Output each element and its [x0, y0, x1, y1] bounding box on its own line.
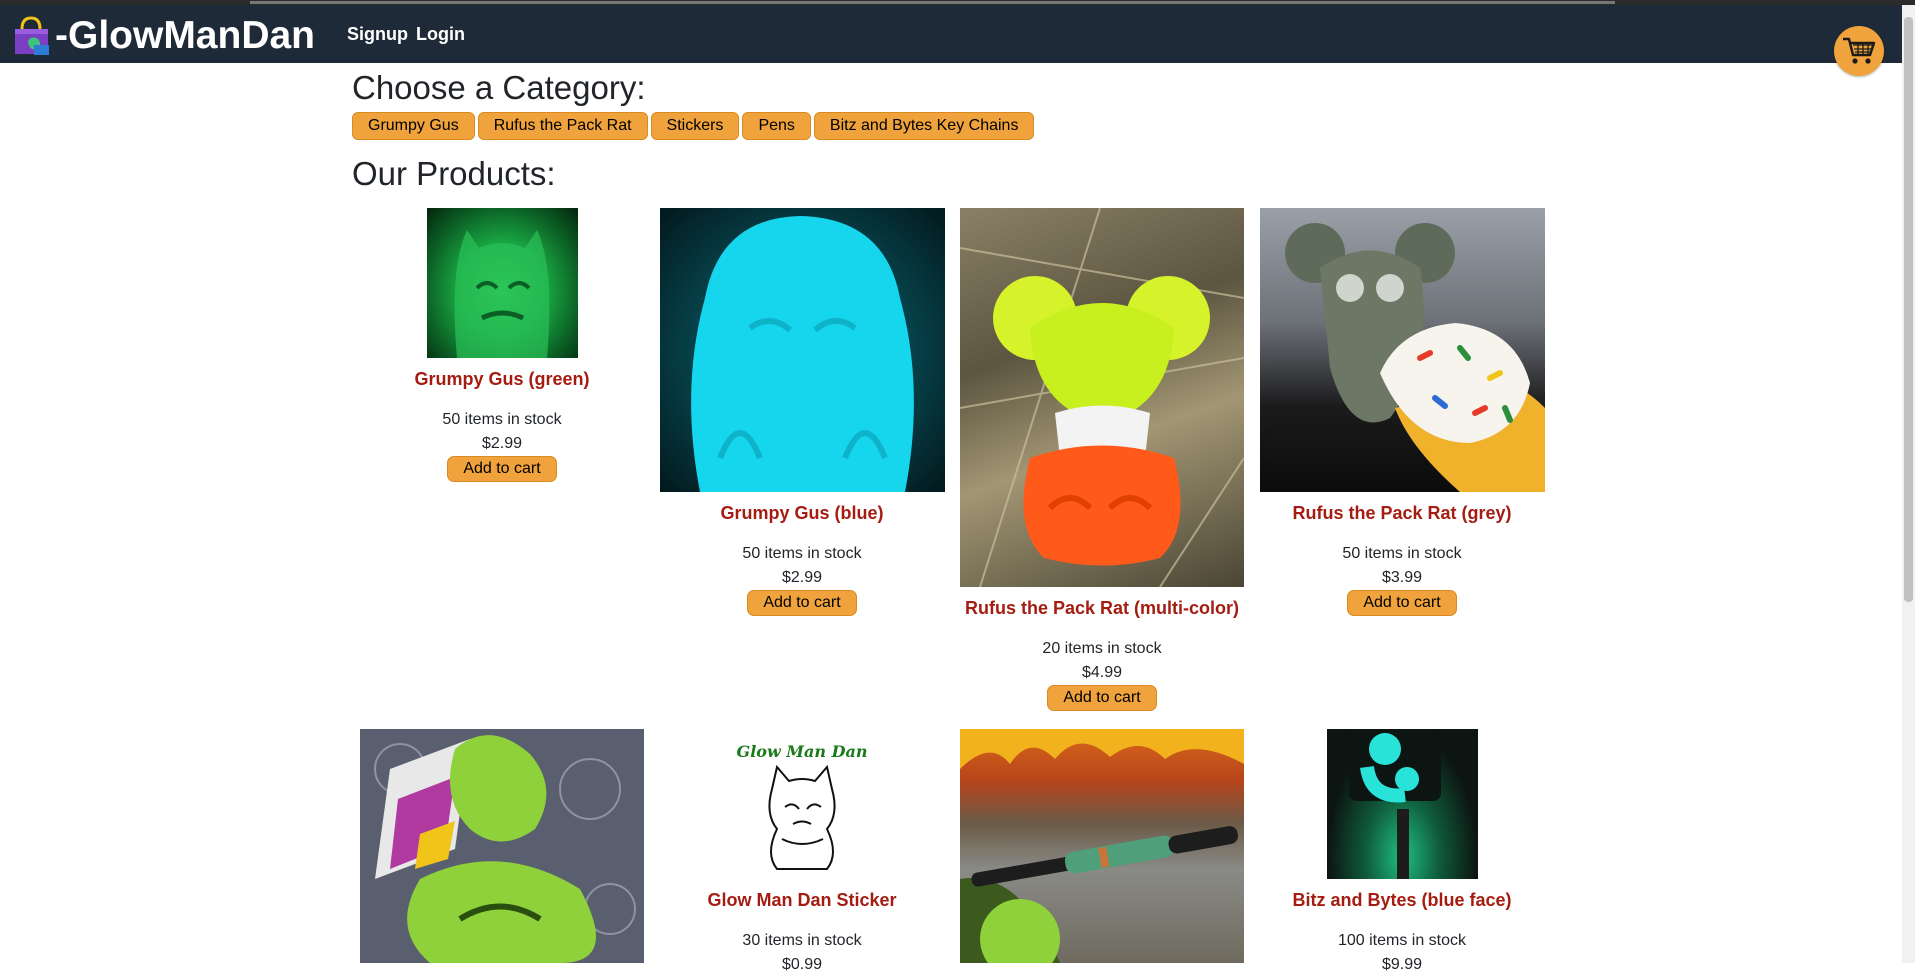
product-name[interactable]: Rufus the Pack Rat (multi-color) [952, 598, 1252, 619]
shopping-bag-logo-icon [12, 15, 53, 56]
sticker-text: Glow Man Dan [736, 742, 867, 761]
login-link[interactable]: Login [416, 24, 465, 45]
product-stock: 50 items in stock [742, 545, 862, 562]
brand-name: -GlowManDan [55, 14, 315, 57]
product-card: Rufus the Pack Rat (multi-color) 20 item… [952, 208, 1252, 711]
product-image[interactable] [960, 208, 1244, 587]
category-button-stickers[interactable]: Stickers [650, 112, 740, 140]
product-card: Bitz and Bytes (blue face) 100 items in … [1252, 729, 1552, 974]
product-name[interactable]: Rufus the Pack Rat (grey) [1252, 503, 1552, 524]
page-scrollbar[interactable] [1902, 5, 1915, 963]
product-stock: 20 items in stock [1042, 640, 1162, 657]
product-card: Rufus the Pack Rat (grey) 50 items in st… [1252, 208, 1552, 616]
category-button-pens[interactable]: Pens [742, 112, 811, 140]
product-image[interactable] [960, 729, 1244, 963]
product-image[interactable] [1326, 729, 1478, 879]
product-image[interactable]: Glow Man Dan [726, 729, 878, 879]
product-price: $2.99 [781, 569, 823, 586]
signup-link[interactable]: Signup [347, 24, 408, 45]
add-to-cart-button[interactable]: Add to cart [1347, 590, 1457, 616]
cart-button[interactable] [1834, 26, 1884, 76]
product-stock: 50 items in stock [442, 411, 562, 428]
product-name[interactable]: Grumpy Gus (blue) [652, 503, 952, 524]
product-price: $0.99 [781, 956, 823, 973]
product-image[interactable] [426, 208, 578, 358]
product-image[interactable] [659, 208, 945, 492]
product-stock: 100 items in stock [1337, 932, 1467, 949]
category-button-grumpy-gus[interactable]: Grumpy Gus [352, 112, 475, 140]
category-button-bitz-bytes[interactable]: Bitz and Bytes Key Chains [813, 112, 1035, 140]
product-price: $9.99 [1381, 956, 1423, 973]
category-heading: Choose a Category: [352, 69, 646, 106]
product-card: Grumpy Gus (blue) 50 items in stock $2.9… [652, 208, 952, 616]
add-to-cart-button[interactable]: Add to cart [447, 456, 557, 482]
tab-strip [250, 1, 1615, 4]
category-button-rufus[interactable]: Rufus the Pack Rat [477, 112, 648, 140]
product-name[interactable]: Grumpy Gus (green) [352, 369, 652, 390]
product-image[interactable] [360, 729, 644, 963]
product-card: Glow Man Dan Glow Man Dan Sticker 30 ite… [652, 729, 952, 974]
brand[interactable]: -GlowManDan [12, 15, 315, 56]
products-heading: Our Products: [352, 155, 556, 192]
product-card: Grumpy Gus (green) 50 items in stock $2.… [352, 208, 652, 482]
product-card [952, 729, 1252, 963]
add-to-cart-button[interactable]: Add to cart [1047, 685, 1157, 711]
navbar: -GlowManDan Signup Login [0, 5, 1915, 63]
product-name[interactable]: Glow Man Dan Sticker [652, 890, 952, 911]
product-name[interactable]: Bitz and Bytes (blue face) [1252, 890, 1552, 911]
product-price: $3.99 [1381, 569, 1423, 586]
product-stock: 30 items in stock [742, 932, 862, 949]
product-stock: 50 items in stock [1342, 545, 1462, 562]
product-card [352, 729, 652, 963]
add-to-cart-button[interactable]: Add to cart [747, 590, 857, 616]
product-price: $4.99 [1081, 664, 1123, 681]
category-button-group: Grumpy Gus Rufus the Pack Rat Stickers P… [352, 112, 1035, 140]
product-price: $2.99 [481, 435, 523, 452]
shopping-cart-icon [1843, 37, 1876, 64]
product-image[interactable] [1259, 208, 1545, 492]
scrollbar-thumb[interactable] [1904, 17, 1913, 602]
